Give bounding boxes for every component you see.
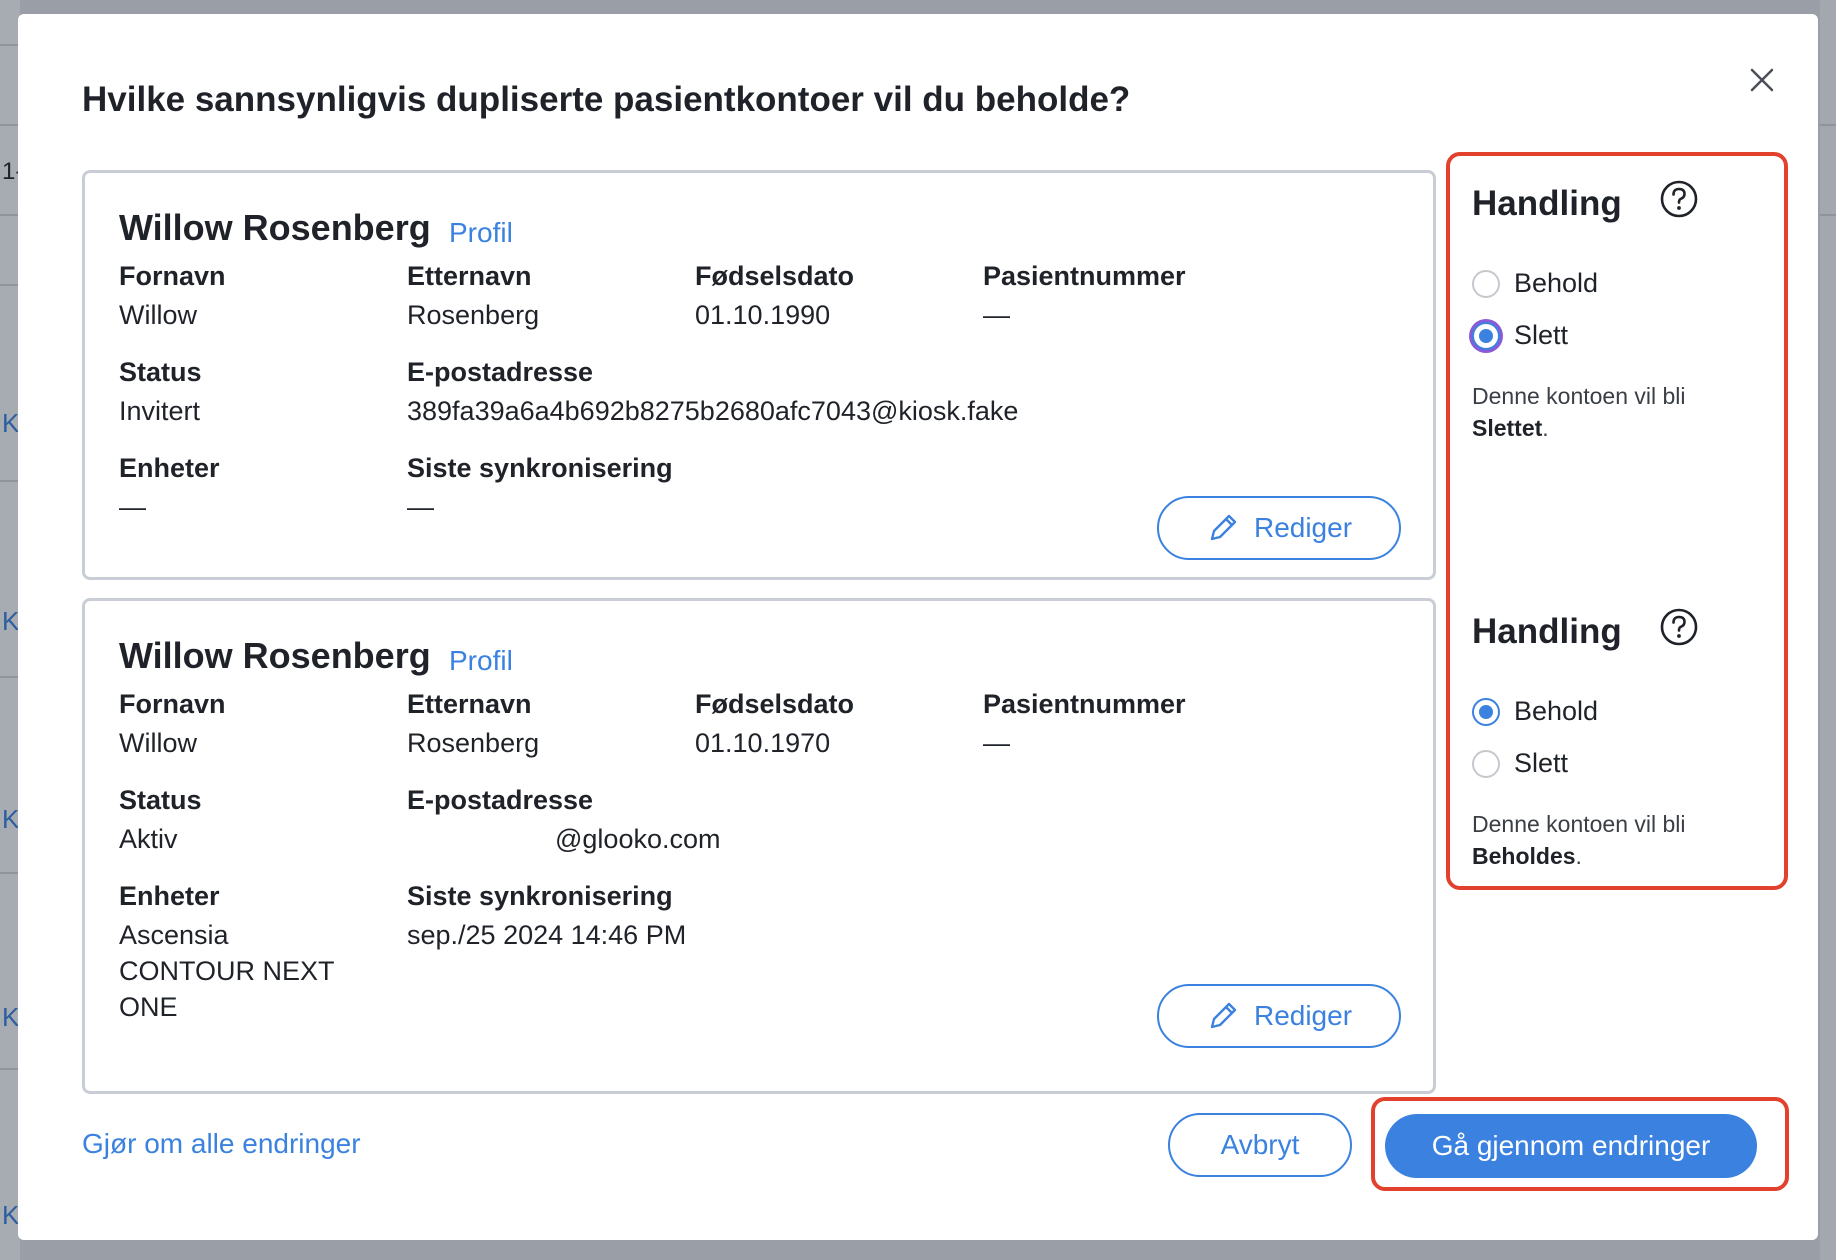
radio-slett[interactable]: Slett <box>1472 748 1568 779</box>
dob-label: Fødselsdato <box>695 261 855 291</box>
close-icon <box>1750 68 1774 92</box>
last-sync-label: Siste synkronisering <box>407 453 673 483</box>
patient-name: Willow Rosenberg <box>119 635 431 676</box>
email-label: E-postadresse <box>407 357 594 387</box>
background-text: K <box>2 408 20 438</box>
review-changes-button[interactable]: Gå gjennom endringer <box>1385 1114 1757 1178</box>
first-name-value: Willow <box>119 300 197 330</box>
radio-behold[interactable]: Behold <box>1472 268 1598 299</box>
radio-button[interactable] <box>1472 697 1500 726</box>
action-description-text: Denne kontoen vil bli <box>1472 811 1686 837</box>
email-value: @glooko.com <box>555 824 721 854</box>
patient-number-label: Pasientnummer <box>983 689 1186 719</box>
device-line: ONE <box>119 992 178 1022</box>
background-text: K <box>2 804 20 834</box>
action-panel: Handling Behold Slett Denne kontoen vil … <box>1446 152 1788 890</box>
radio-label: Slett <box>1514 320 1569 350</box>
radio-slett[interactable]: Slett <box>1472 320 1568 351</box>
radio-label: Slett <box>1514 748 1569 778</box>
cancel-button[interactable]: Avbryt <box>1168 1113 1352 1177</box>
device-line: Ascensia <box>119 920 229 950</box>
first-name-value: Willow <box>119 728 197 758</box>
radio-behold[interactable]: Behold <box>1472 696 1598 727</box>
dob-value: 01.10.1990 <box>695 300 831 330</box>
undo-all-changes-link[interactable]: Gjør om alle endringer <box>82 1128 361 1160</box>
first-name-label: Fornavn <box>119 689 226 719</box>
dob-value: 01.10.1970 <box>695 728 831 758</box>
edit-button-label: Rediger <box>1253 512 1353 543</box>
status-value: Aktiv <box>119 824 178 854</box>
last-sync-value: sep./25 2024 14:46 PM <box>407 920 687 950</box>
pencil-icon <box>1210 1002 1237 1029</box>
background-text: K <box>2 1002 20 1032</box>
edit-button-label: Rediger <box>1253 1000 1353 1031</box>
edit-button[interactable]: Rediger <box>1157 496 1401 560</box>
status-label: Status <box>119 357 202 387</box>
duplicate-accounts-dialog: Hvilke sannsynligvis dupliserte pasientk… <box>18 14 1818 1240</box>
action-description: Denne kontoen vil bli Beholdes. <box>1472 808 1772 872</box>
background-text: K <box>2 606 20 636</box>
edit-button[interactable]: Rediger <box>1157 984 1401 1048</box>
last-name-label: Etternavn <box>407 261 532 291</box>
patient-number-value: — <box>983 300 1010 330</box>
dob-label: Fødselsdato <box>695 689 855 719</box>
profile-link[interactable]: Profil <box>449 217 513 249</box>
action-result: Slettet <box>1472 415 1543 441</box>
profile-link[interactable]: Profil <box>449 645 513 677</box>
email-label: E-postadresse <box>407 785 594 815</box>
patient-number-value: — <box>983 728 1010 758</box>
background-page-left: 1- K K K K K <box>0 0 23 1260</box>
action-description-end: . <box>1542 415 1549 441</box>
radio-button[interactable] <box>1472 321 1500 350</box>
pencil-icon <box>1210 514 1237 541</box>
background-text: K <box>2 1200 20 1230</box>
radio-label: Behold <box>1514 268 1599 298</box>
radio-label: Behold <box>1514 696 1599 726</box>
last-name-value: Rosenberg <box>407 728 540 758</box>
radio-button[interactable] <box>1472 749 1500 778</box>
patient-number-label: Pasientnummer <box>983 261 1186 291</box>
action-description: Denne kontoen vil bli Slettet. <box>1472 380 1772 444</box>
last-sync-label: Siste synkronisering <box>407 881 673 911</box>
first-name-label: Fornavn <box>119 261 226 291</box>
review-highlight: Gå gjennom endringer <box>1371 1097 1789 1191</box>
devices-value: — <box>119 492 146 522</box>
question-circle-icon[interactable] <box>1658 606 1700 648</box>
action-description-end: . <box>1575 843 1582 869</box>
action-description-text: Denne kontoen vil bli <box>1472 383 1686 409</box>
email-value: 389fa39a6a4b692b8275b2680afc7043@kiosk.f… <box>407 396 1019 426</box>
status-value: Invitert <box>119 396 201 426</box>
question-circle-icon[interactable] <box>1658 178 1700 220</box>
last-name-label: Etternavn <box>407 689 532 719</box>
close-button[interactable] <box>1742 60 1782 100</box>
dialog-title: Hvilke sannsynligvis dupliserte pasientk… <box>82 80 1131 119</box>
last-name-value: Rosenberg <box>407 300 540 330</box>
status-label: Status <box>119 785 202 815</box>
patient-name: Willow Rosenberg <box>119 207 431 248</box>
action-title: Handling <box>1472 612 1622 651</box>
patient-account-card: Willow Rosenberg Profil Fornavn Willow E… <box>82 170 1436 580</box>
devices-label: Enheter <box>119 881 220 911</box>
action-title: Handling <box>1472 184 1622 223</box>
devices-label: Enheter <box>119 453 220 483</box>
action-result: Beholdes <box>1472 843 1576 869</box>
last-sync-value: — <box>407 492 434 522</box>
background-page-right <box>1820 0 1836 1260</box>
device-line: CONTOUR NEXT <box>119 956 335 986</box>
patient-account-card: Willow Rosenberg Profil Fornavn Willow E… <box>82 598 1436 1094</box>
radio-button[interactable] <box>1472 269 1500 298</box>
